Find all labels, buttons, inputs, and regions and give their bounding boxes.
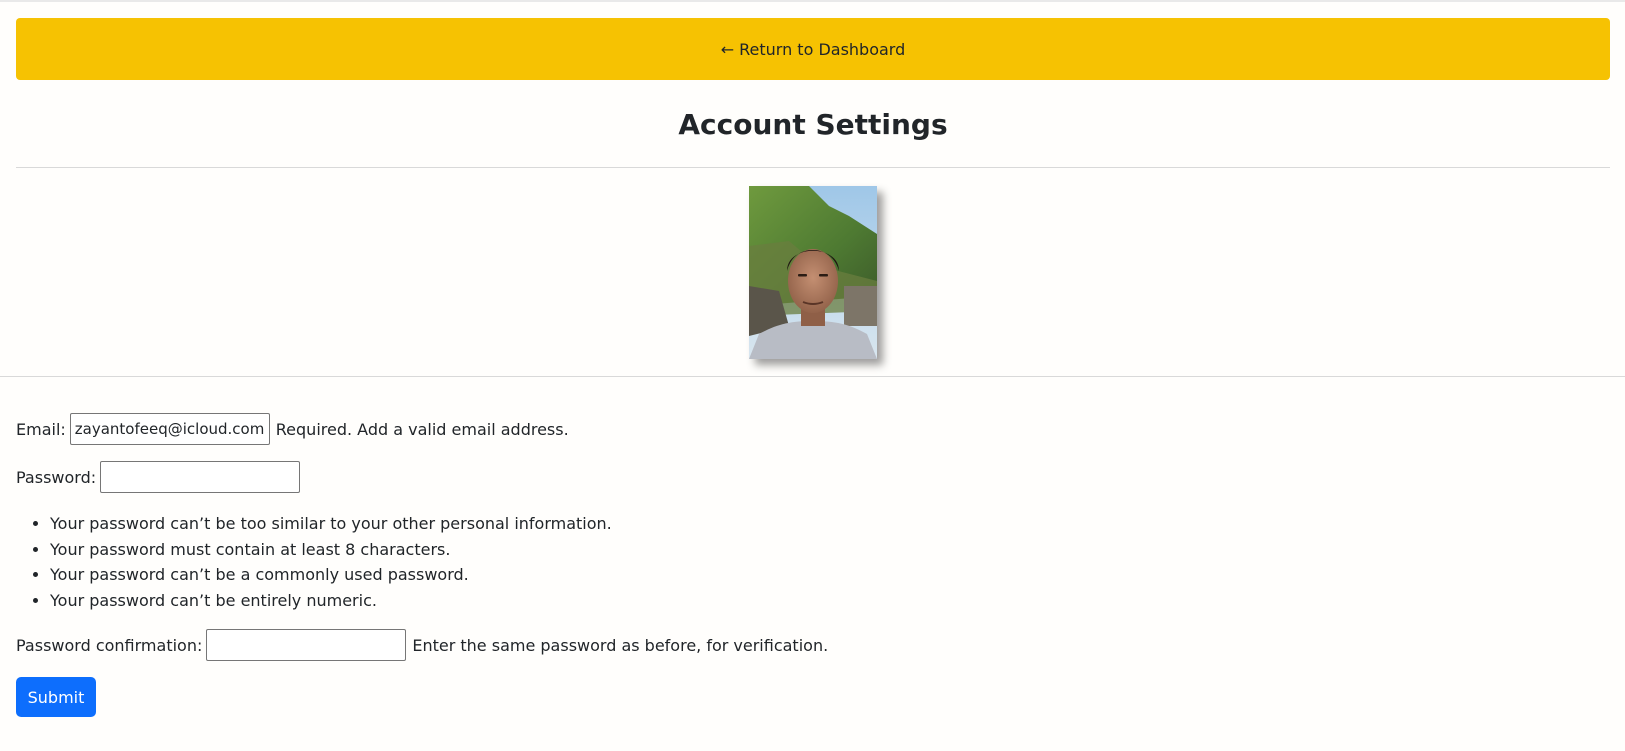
password-confirmation-label: Password confirmation:: [16, 635, 203, 655]
password-rule: Your password can’t be entirely numeric.: [50, 588, 612, 614]
email-label: Email:: [16, 419, 66, 439]
return-to-dashboard-button[interactable]: ← Return to Dashboard: [16, 18, 1610, 80]
title-divider: [16, 167, 1610, 168]
password-row: Password:: [16, 461, 306, 493]
email-help-text: Required. Add a valid email address.: [275, 419, 569, 439]
password-rule: Your password can’t be too similar to yo…: [50, 511, 612, 537]
section-divider: [0, 376, 1625, 377]
password-rules-list: Your password can’t be too similar to yo…: [16, 511, 612, 613]
password-label: Password:: [16, 467, 97, 487]
email-row: Email: Required. Add a valid email addre…: [16, 413, 569, 445]
top-border: [0, 0, 1625, 2]
left-arrow-icon: ←: [720, 39, 735, 59]
return-to-dashboard-label: Return to Dashboard: [739, 39, 906, 59]
password-confirmation-help-text: Enter the same password as before, for v…: [412, 635, 829, 655]
password-rule: Your password must contain at least 8 ch…: [50, 537, 612, 563]
profile-avatar: [749, 186, 877, 359]
password-rule: Your password can’t be a commonly used p…: [50, 562, 612, 588]
password-confirmation-input[interactable]: [206, 629, 407, 661]
email-input[interactable]: [69, 413, 270, 445]
password-input[interactable]: [100, 461, 301, 493]
page-title: Account Settings: [678, 108, 948, 141]
avatar-photo: [749, 186, 877, 359]
submit-button[interactable]: Submit: [16, 677, 96, 717]
password-confirmation-row: Password confirmation: Enter the same pa…: [16, 629, 828, 661]
